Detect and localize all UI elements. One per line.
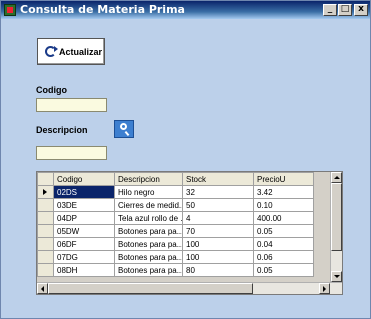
cell-descripcion[interactable]: Cierres de medid...	[114, 198, 183, 212]
cell-codigo[interactable]: 02DS	[53, 185, 115, 199]
cell-stock[interactable]: 100	[182, 250, 254, 264]
cell-stock[interactable]: 4	[182, 211, 254, 225]
row-header[interactable]	[37, 263, 54, 277]
horizontal-scrollbar[interactable]	[37, 282, 342, 294]
cell-stock[interactable]: 70	[182, 224, 254, 238]
form-client-area: Actualizar Codigo Descripcion Codigo Des…	[5, 20, 366, 316]
cell-codigo[interactable]: 07DG	[53, 250, 115, 264]
column-header-codigo[interactable]: Codigo	[53, 172, 115, 186]
descripcion-label: Descripcion	[36, 125, 88, 135]
row-header[interactable]	[37, 224, 54, 238]
horizontal-scroll-thumb[interactable]	[48, 283, 253, 294]
window-title: Consulta de Materia Prima	[20, 3, 185, 16]
title-bar[interactable]: Consulta de Materia Prima _ □ x	[1, 1, 370, 19]
scroll-right-arrow-icon[interactable]	[319, 283, 330, 294]
codigo-label: Codigo	[36, 85, 67, 95]
cell-stock[interactable]: 32	[182, 185, 254, 199]
scroll-left-arrow-icon[interactable]	[37, 283, 48, 294]
row-header[interactable]	[37, 198, 54, 212]
scroll-down-arrow-icon[interactable]	[331, 271, 342, 282]
descripcion-input[interactable]	[36, 146, 107, 160]
column-header-descripcion[interactable]: Descripcion	[114, 172, 183, 186]
column-header-stock[interactable]: Stock	[182, 172, 254, 186]
cell-stock[interactable]: 80	[182, 263, 254, 277]
cell-descripcion[interactable]: Hilo negro	[114, 185, 183, 199]
cell-codigo[interactable]: 05DW	[53, 224, 115, 238]
vertical-scrollbar[interactable]	[330, 172, 342, 282]
cell-precio[interactable]: 0.05	[253, 263, 314, 277]
cell-codigo[interactable]: 08DH	[53, 263, 115, 277]
row-header[interactable]	[37, 237, 54, 251]
materia-prima-grid[interactable]: Codigo Descripcion Stock PrecioU 02DS Hil…	[36, 171, 343, 295]
table-row[interactable]: 05DW Botones para pa... 70 0.05	[37, 224, 314, 238]
row-header[interactable]	[37, 185, 54, 199]
cell-stock[interactable]: 100	[182, 237, 254, 251]
minimize-button[interactable]: _	[323, 4, 337, 16]
cell-descripcion[interactable]: Tela azul rollo de ...	[114, 211, 183, 225]
cell-precio[interactable]: 3.42	[253, 185, 314, 199]
table-row[interactable]: 03DE Cierres de medid... 50 0.10	[37, 198, 314, 212]
table-row[interactable]: 07DG Botones para pa... 100 0.06	[37, 250, 314, 264]
table-row[interactable]: 02DS Hilo negro 32 3.42	[37, 185, 314, 199]
current-row-pointer-icon	[43, 188, 47, 195]
cell-precio[interactable]: 0.05	[253, 224, 314, 238]
maximize-button[interactable]: □	[338, 4, 352, 16]
cell-descripcion[interactable]: Botones para pa...	[114, 250, 183, 264]
table-row[interactable]: 06DF Botones para pa... 100 0.04	[37, 237, 314, 251]
grid-table: Codigo Descripcion Stock PrecioU 02DS Hil…	[37, 172, 314, 277]
table-row[interactable]: 08DH Botones para pa... 80 0.05	[37, 263, 314, 277]
cell-codigo[interactable]: 04DP	[53, 211, 115, 225]
cell-precio[interactable]: 0.04	[253, 237, 314, 251]
row-header[interactable]	[37, 211, 54, 225]
cell-codigo[interactable]: 03DE	[53, 198, 115, 212]
cell-descripcion[interactable]: Botones para pa...	[114, 263, 183, 277]
cell-precio[interactable]: 400.00	[253, 211, 314, 225]
cell-precio[interactable]: 0.10	[253, 198, 314, 212]
close-button[interactable]: x	[354, 4, 368, 16]
table-row[interactable]: 04DP Tela azul rollo de ... 4 400.00	[37, 211, 314, 225]
search-icon	[120, 123, 127, 130]
refresh-button-label: Actualizar	[59, 46, 103, 57]
column-header-preciou[interactable]: PrecioU	[253, 172, 314, 186]
refresh-button[interactable]: Actualizar	[37, 38, 105, 65]
codigo-input[interactable]	[36, 98, 107, 112]
grid-header-row: Codigo Descripcion Stock PrecioU	[37, 172, 314, 186]
app-icon	[4, 4, 16, 16]
cell-descripcion[interactable]: Botones para pa...	[114, 224, 183, 238]
scroll-up-arrow-icon[interactable]	[331, 172, 342, 183]
cell-precio[interactable]: 0.06	[253, 250, 314, 264]
refresh-icon	[45, 46, 58, 57]
main-window: Consulta de Materia Prima _ □ x Actualiz…	[0, 0, 371, 319]
row-header[interactable]	[37, 250, 54, 264]
cell-stock[interactable]: 50	[182, 198, 254, 212]
search-button[interactable]	[114, 120, 134, 138]
cell-descripcion[interactable]: Botones para pa...	[114, 237, 183, 251]
cell-codigo[interactable]: 06DF	[53, 237, 115, 251]
vertical-scroll-thumb[interactable]	[331, 183, 342, 251]
grid-corner-header	[37, 172, 54, 186]
